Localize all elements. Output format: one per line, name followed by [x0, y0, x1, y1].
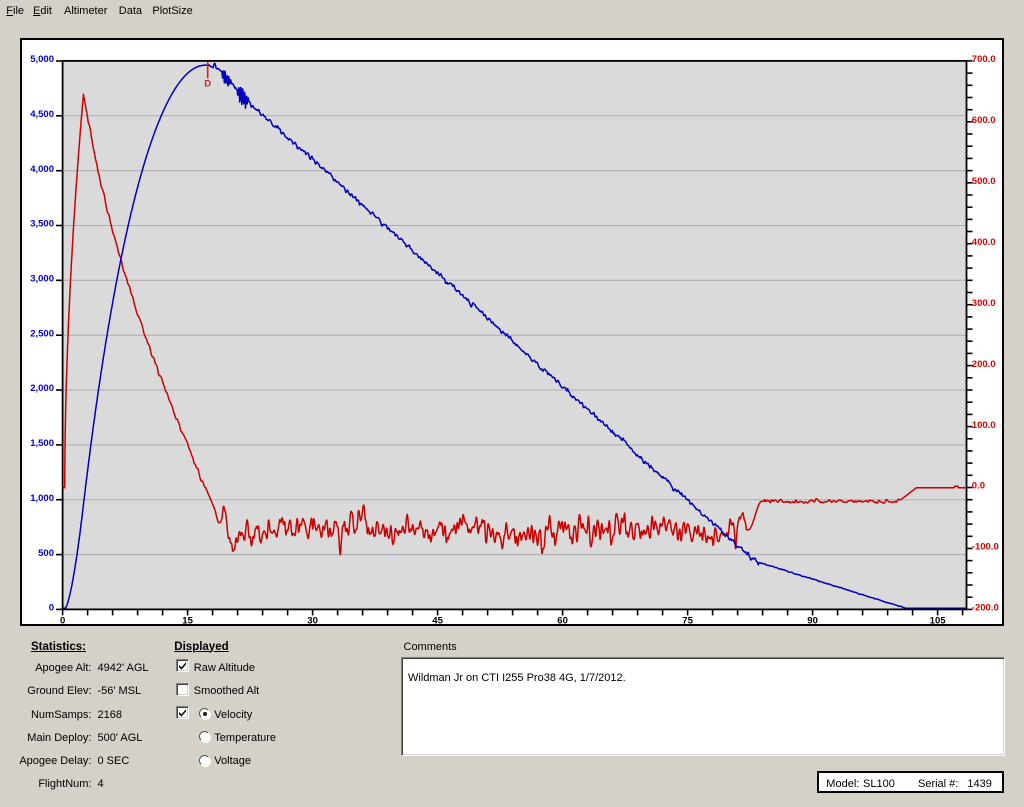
svg-text:4,500: 4,500	[30, 109, 54, 120]
svg-text:0: 0	[60, 616, 65, 627]
svg-text:3,000: 3,000	[30, 274, 54, 285]
svg-text:45: 45	[432, 616, 443, 627]
svg-text:D: D	[204, 79, 211, 90]
svg-text:500.0: 500.0	[972, 176, 996, 187]
svg-text:100.0: 100.0	[972, 420, 996, 431]
svg-text:60: 60	[557, 616, 568, 627]
svg-text:700.0: 700.0	[972, 54, 996, 65]
svg-text:200.0: 200.0	[972, 359, 996, 370]
svg-text:1,000: 1,000	[30, 493, 54, 504]
svg-text:5,000: 5,000	[30, 54, 54, 65]
svg-text:75: 75	[682, 616, 693, 627]
svg-text:1,500: 1,500	[30, 438, 54, 449]
svg-text:-200.0: -200.0	[972, 603, 999, 614]
svg-text:2,500: 2,500	[30, 328, 54, 339]
svg-text:15: 15	[182, 616, 193, 627]
svg-text:0: 0	[49, 603, 54, 614]
svg-text:0.0: 0.0	[972, 481, 985, 492]
svg-text:4,000: 4,000	[30, 164, 54, 175]
svg-text:600.0: 600.0	[972, 115, 996, 126]
svg-text:3,500: 3,500	[30, 219, 54, 230]
svg-text:500: 500	[38, 548, 54, 559]
svg-text:300.0: 300.0	[972, 298, 996, 309]
svg-text:90: 90	[807, 616, 818, 627]
svg-text:2,000: 2,000	[30, 383, 54, 394]
svg-text:105: 105	[930, 616, 947, 627]
svg-text:30: 30	[307, 616, 318, 627]
svg-text:400.0: 400.0	[972, 237, 996, 248]
svg-text:-100.0: -100.0	[972, 542, 999, 553]
